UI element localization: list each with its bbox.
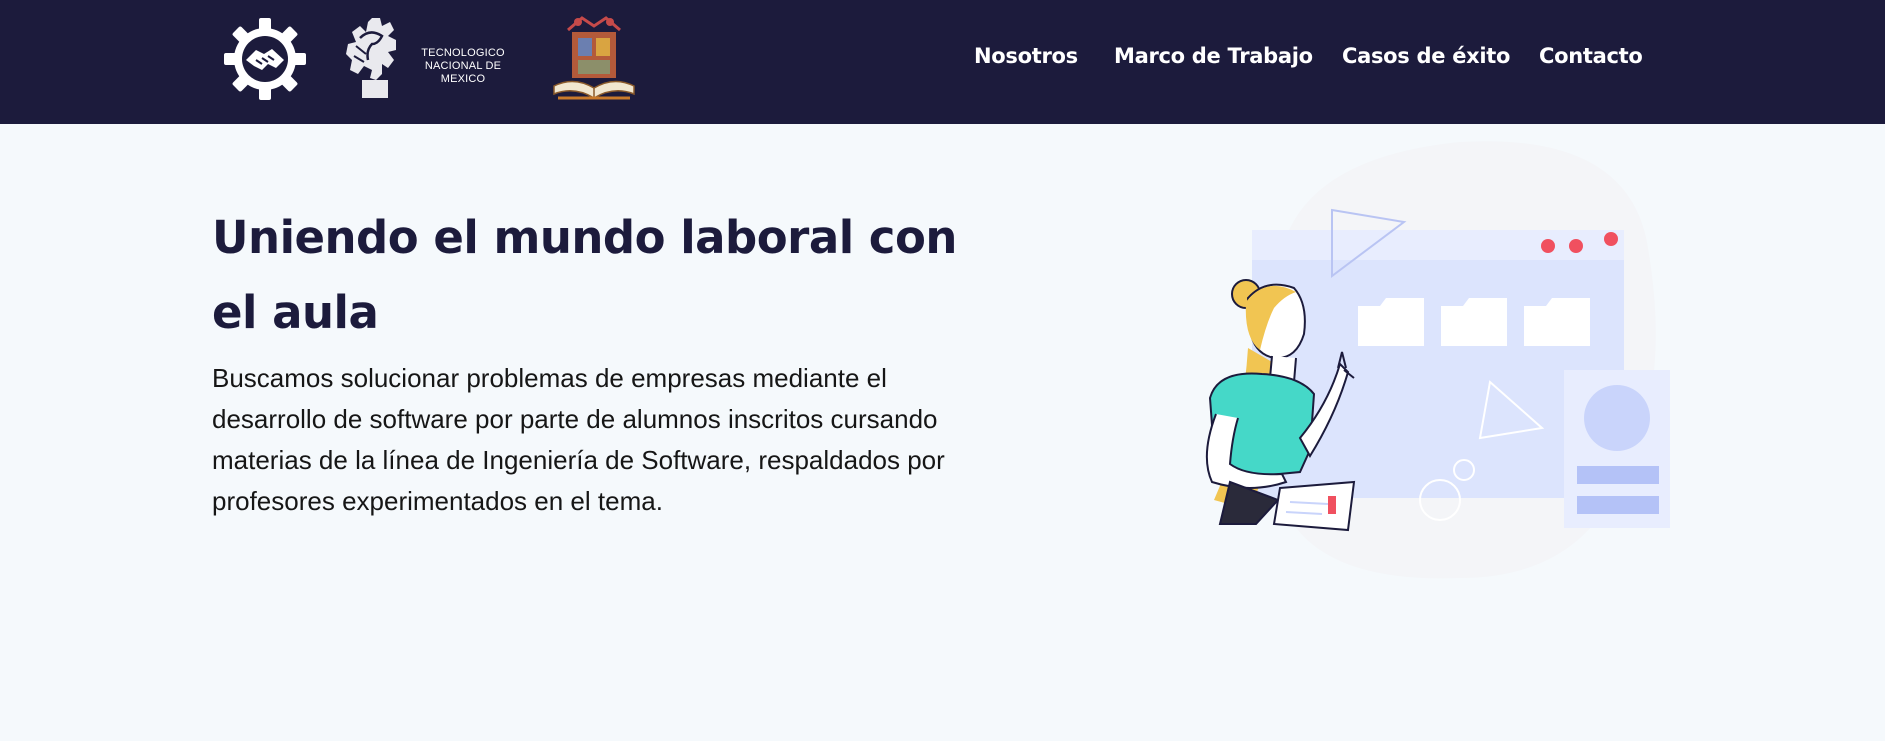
nav-link-nosotros[interactable]: Nosotros (974, 44, 1078, 68)
tecnm-logo[interactable]: TECNOLOGICO NACIONAL DE MEXICO (342, 14, 520, 104)
handshake-gear-logo[interactable] (222, 16, 308, 102)
nav-link-marco-de-trabajo[interactable]: Marco de Trabajo (1114, 44, 1313, 68)
profile-card-graphic (1564, 370, 1670, 528)
hero-description: Buscamos solucionar problemas de empresa… (212, 363, 945, 516)
gear-icon (224, 18, 306, 100)
hero-illustration (1190, 138, 1680, 588)
window-dot-2 (1569, 239, 1583, 253)
crest-icon (553, 16, 635, 100)
nav-link-contacto[interactable]: Contacto (1539, 44, 1643, 68)
eagle-gear-icon (346, 18, 396, 98)
tecnm-text-line2: NACIONAL DE MEXICO (424, 60, 502, 85)
top-navbar: TECNOLOGICO NACIONAL DE MEXICO Nosotros … (0, 0, 1885, 124)
tecnm-wordmark: TECNOLOGICO NACIONAL DE MEXICO (404, 47, 522, 86)
hero-title: Uniendo el mundo laboral con el aula (212, 211, 957, 339)
window-dot-1 (1541, 239, 1555, 253)
nav-link-casos-de-exito[interactable]: Casos de éxito (1342, 44, 1510, 68)
window-dot-3 (1604, 232, 1618, 246)
tecnm-text-line1: TECNOLOGICO (421, 47, 505, 59)
institute-crest-logo[interactable] (548, 12, 640, 104)
